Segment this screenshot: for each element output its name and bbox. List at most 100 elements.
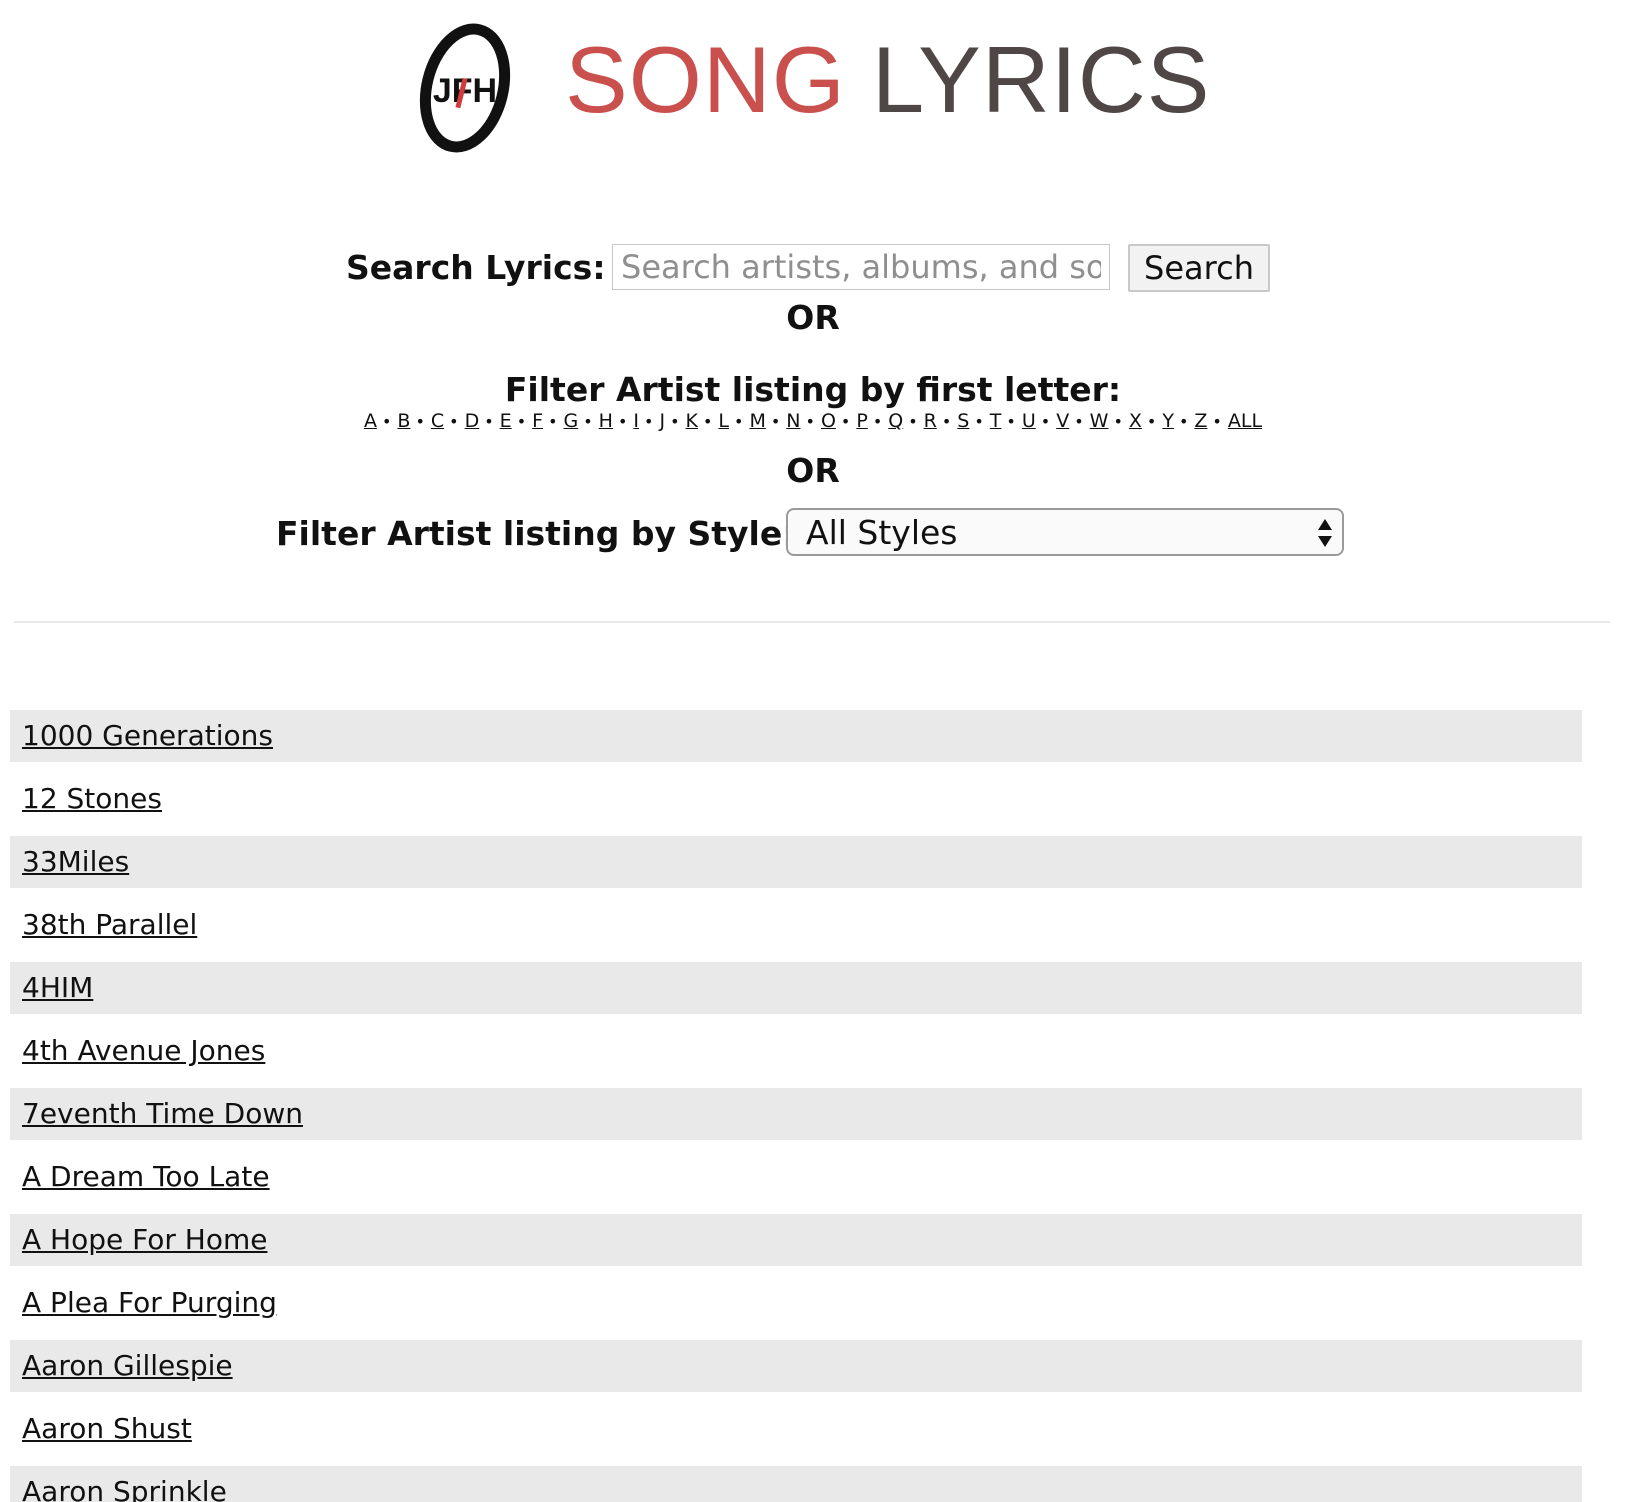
list-item: Aaron Gillespie <box>10 1340 1582 1392</box>
letter-link-l[interactable]: L <box>718 410 729 432</box>
letter-separator: • <box>974 412 984 431</box>
letter-separator: • <box>1040 412 1051 431</box>
list-item: 4th Avenue Jones <box>10 1025 1582 1077</box>
letter-link-h[interactable]: H <box>599 410 613 432</box>
list-item: 7eventh Time Down <box>10 1088 1582 1140</box>
letter-separator: • <box>644 412 654 431</box>
letter-separator: • <box>548 412 558 431</box>
list-item: Aaron Sprinkle <box>10 1466 1582 1502</box>
letter-separator: • <box>415 412 425 431</box>
list-item: 4HIM <box>10 962 1582 1014</box>
letter-link-z[interactable]: Z <box>1194 410 1207 432</box>
letter-link-m[interactable]: M <box>749 410 765 432</box>
letter-link-k[interactable]: K <box>686 410 698 432</box>
letter-separator: • <box>670 412 680 431</box>
artist-link[interactable]: 1000 Generations <box>22 718 273 754</box>
list-item: Aaron Shust <box>10 1403 1582 1455</box>
letter-separator: • <box>449 412 459 431</box>
letter-separator: • <box>734 412 744 431</box>
artist-link[interactable]: 33Miles <box>22 844 129 880</box>
letter-link-i[interactable]: I <box>633 410 639 432</box>
letter-link-r[interactable]: R <box>924 410 937 432</box>
letter-link-w[interactable]: W <box>1090 410 1109 432</box>
letter-link-b[interactable]: B <box>397 410 410 432</box>
letter-link-all[interactable]: ALL <box>1228 410 1262 432</box>
letter-link-o[interactable]: O <box>821 410 836 432</box>
letter-link-t[interactable]: T <box>990 410 1002 432</box>
letter-separator: • <box>381 412 392 431</box>
artist-link[interactable]: A Dream Too Late <box>22 1159 270 1195</box>
artist-list: 1000 Generations 12 Stones 33Miles 38th Par… <box>10 710 1582 1502</box>
list-item: A Plea For Purging <box>10 1277 1582 1329</box>
letter-separator: • <box>1212 412 1222 431</box>
style-filter-label: Filter Artist listing by Style: <box>276 514 796 553</box>
style-select[interactable]: All Styles <box>786 508 1344 556</box>
list-item: 12 Stones <box>10 773 1582 825</box>
list-item: 38th Parallel <box>10 899 1582 951</box>
search-form: Search Lyrics: Search <box>0 240 1626 296</box>
letter-separator: • <box>1178 412 1189 431</box>
style-filter: Filter Artist listing by Style: All Styl… <box>0 508 1626 560</box>
or-separator-2: OR <box>786 451 840 490</box>
letter-separator: • <box>617 412 628 431</box>
logo-wordmark: SONG LYRICS <box>565 30 1210 130</box>
letter-link-v[interactable]: V <box>1056 410 1069 432</box>
artist-link[interactable]: Aaron Gillespie <box>22 1348 233 1384</box>
letter-filter-list: A • B • C • D • E • F • G • H • I • J • K • L • M • N • O • P • Q • R • S • T •… <box>0 409 1626 434</box>
list-item: A Hope For Home <box>10 1214 1582 1266</box>
letter-link-p[interactable]: P <box>856 410 867 432</box>
list-item: 33Miles <box>10 836 1582 888</box>
jfh-logo-icon: JFH <box>419 23 511 153</box>
letter-link-j[interactable]: J <box>659 410 665 432</box>
site-logo[interactable]: JFH SONG LYRICS <box>417 20 1210 160</box>
letter-separator: • <box>1146 412 1157 431</box>
letter-link-y[interactable]: Y <box>1162 410 1174 432</box>
letter-link-u[interactable]: U <box>1022 410 1036 432</box>
artist-link[interactable]: A Hope For Home <box>22 1222 267 1258</box>
style-select-value: All Styles <box>806 513 958 552</box>
letter-filter-heading: Filter Artist listing by first letter: <box>504 370 1122 409</box>
letter-link-q[interactable]: Q <box>888 410 903 432</box>
artist-link[interactable]: Aaron Sprinkle <box>22 1474 227 1502</box>
artist-link[interactable]: 4HIM <box>22 970 93 1006</box>
select-arrows-icon <box>1318 519 1332 547</box>
artist-link[interactable]: 4th Avenue Jones <box>22 1033 265 1069</box>
letter-separator: • <box>770 412 781 431</box>
letter-separator: • <box>840 412 851 431</box>
letter-separator: • <box>702 412 713 431</box>
artist-link[interactable]: A Plea For Purging <box>22 1285 277 1321</box>
letter-separator: • <box>908 412 918 431</box>
artist-link[interactable]: 7eventh Time Down <box>22 1096 303 1132</box>
letter-separator: • <box>872 412 883 431</box>
divider <box>14 621 1610 623</box>
artist-link[interactable]: 12 Stones <box>22 781 162 817</box>
letter-separator: • <box>1074 412 1084 431</box>
artist-link[interactable]: Aaron Shust <box>22 1411 192 1447</box>
letter-link-a[interactable]: A <box>364 410 377 432</box>
letter-link-e[interactable]: E <box>500 410 512 432</box>
letter-link-n[interactable]: N <box>786 410 800 432</box>
letter-separator: • <box>941 412 952 431</box>
letter-link-c[interactable]: C <box>431 410 444 432</box>
letter-separator: • <box>805 412 815 431</box>
letter-link-d[interactable]: D <box>465 410 480 432</box>
search-button[interactable]: Search <box>1128 244 1270 292</box>
or-separator-1: OR <box>786 298 840 337</box>
letter-link-s[interactable]: S <box>957 410 969 432</box>
letter-link-g[interactable]: G <box>564 410 579 432</box>
search-input[interactable] <box>612 244 1110 290</box>
letter-separator: • <box>1006 412 1016 431</box>
logo-mark-text: JFH <box>433 72 497 110</box>
letter-separator: • <box>1113 412 1123 431</box>
logo-word-lyrics: LYRICS <box>871 27 1211 132</box>
letter-link-x[interactable]: X <box>1129 410 1142 432</box>
logo-word-song: SONG <box>565 27 846 132</box>
artist-link[interactable]: 38th Parallel <box>22 907 197 943</box>
letter-link-f[interactable]: F <box>532 410 543 432</box>
letter-separator: • <box>583 412 593 431</box>
list-item: 1000 Generations <box>10 710 1582 762</box>
letter-separator: • <box>484 412 494 431</box>
letter-separator: • <box>516 412 527 431</box>
page: JFH SONGLYRICS Search Lyrics: Search OR … <box>0 0 1626 1502</box>
list-item: A Dream Too Late <box>10 1151 1582 1203</box>
